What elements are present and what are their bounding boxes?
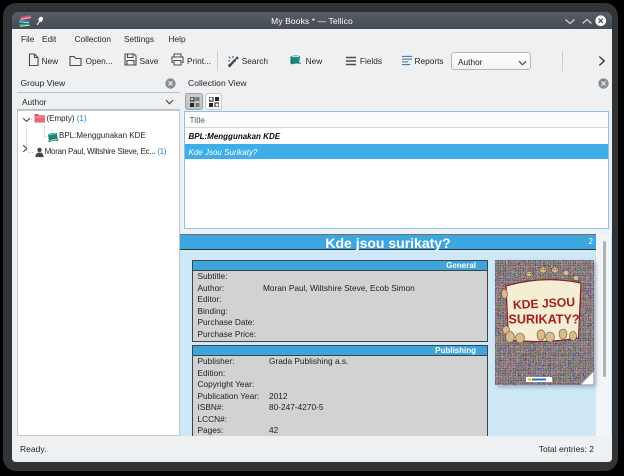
svg-text:SURIKATY?: SURIKATY? bbox=[508, 312, 579, 326]
